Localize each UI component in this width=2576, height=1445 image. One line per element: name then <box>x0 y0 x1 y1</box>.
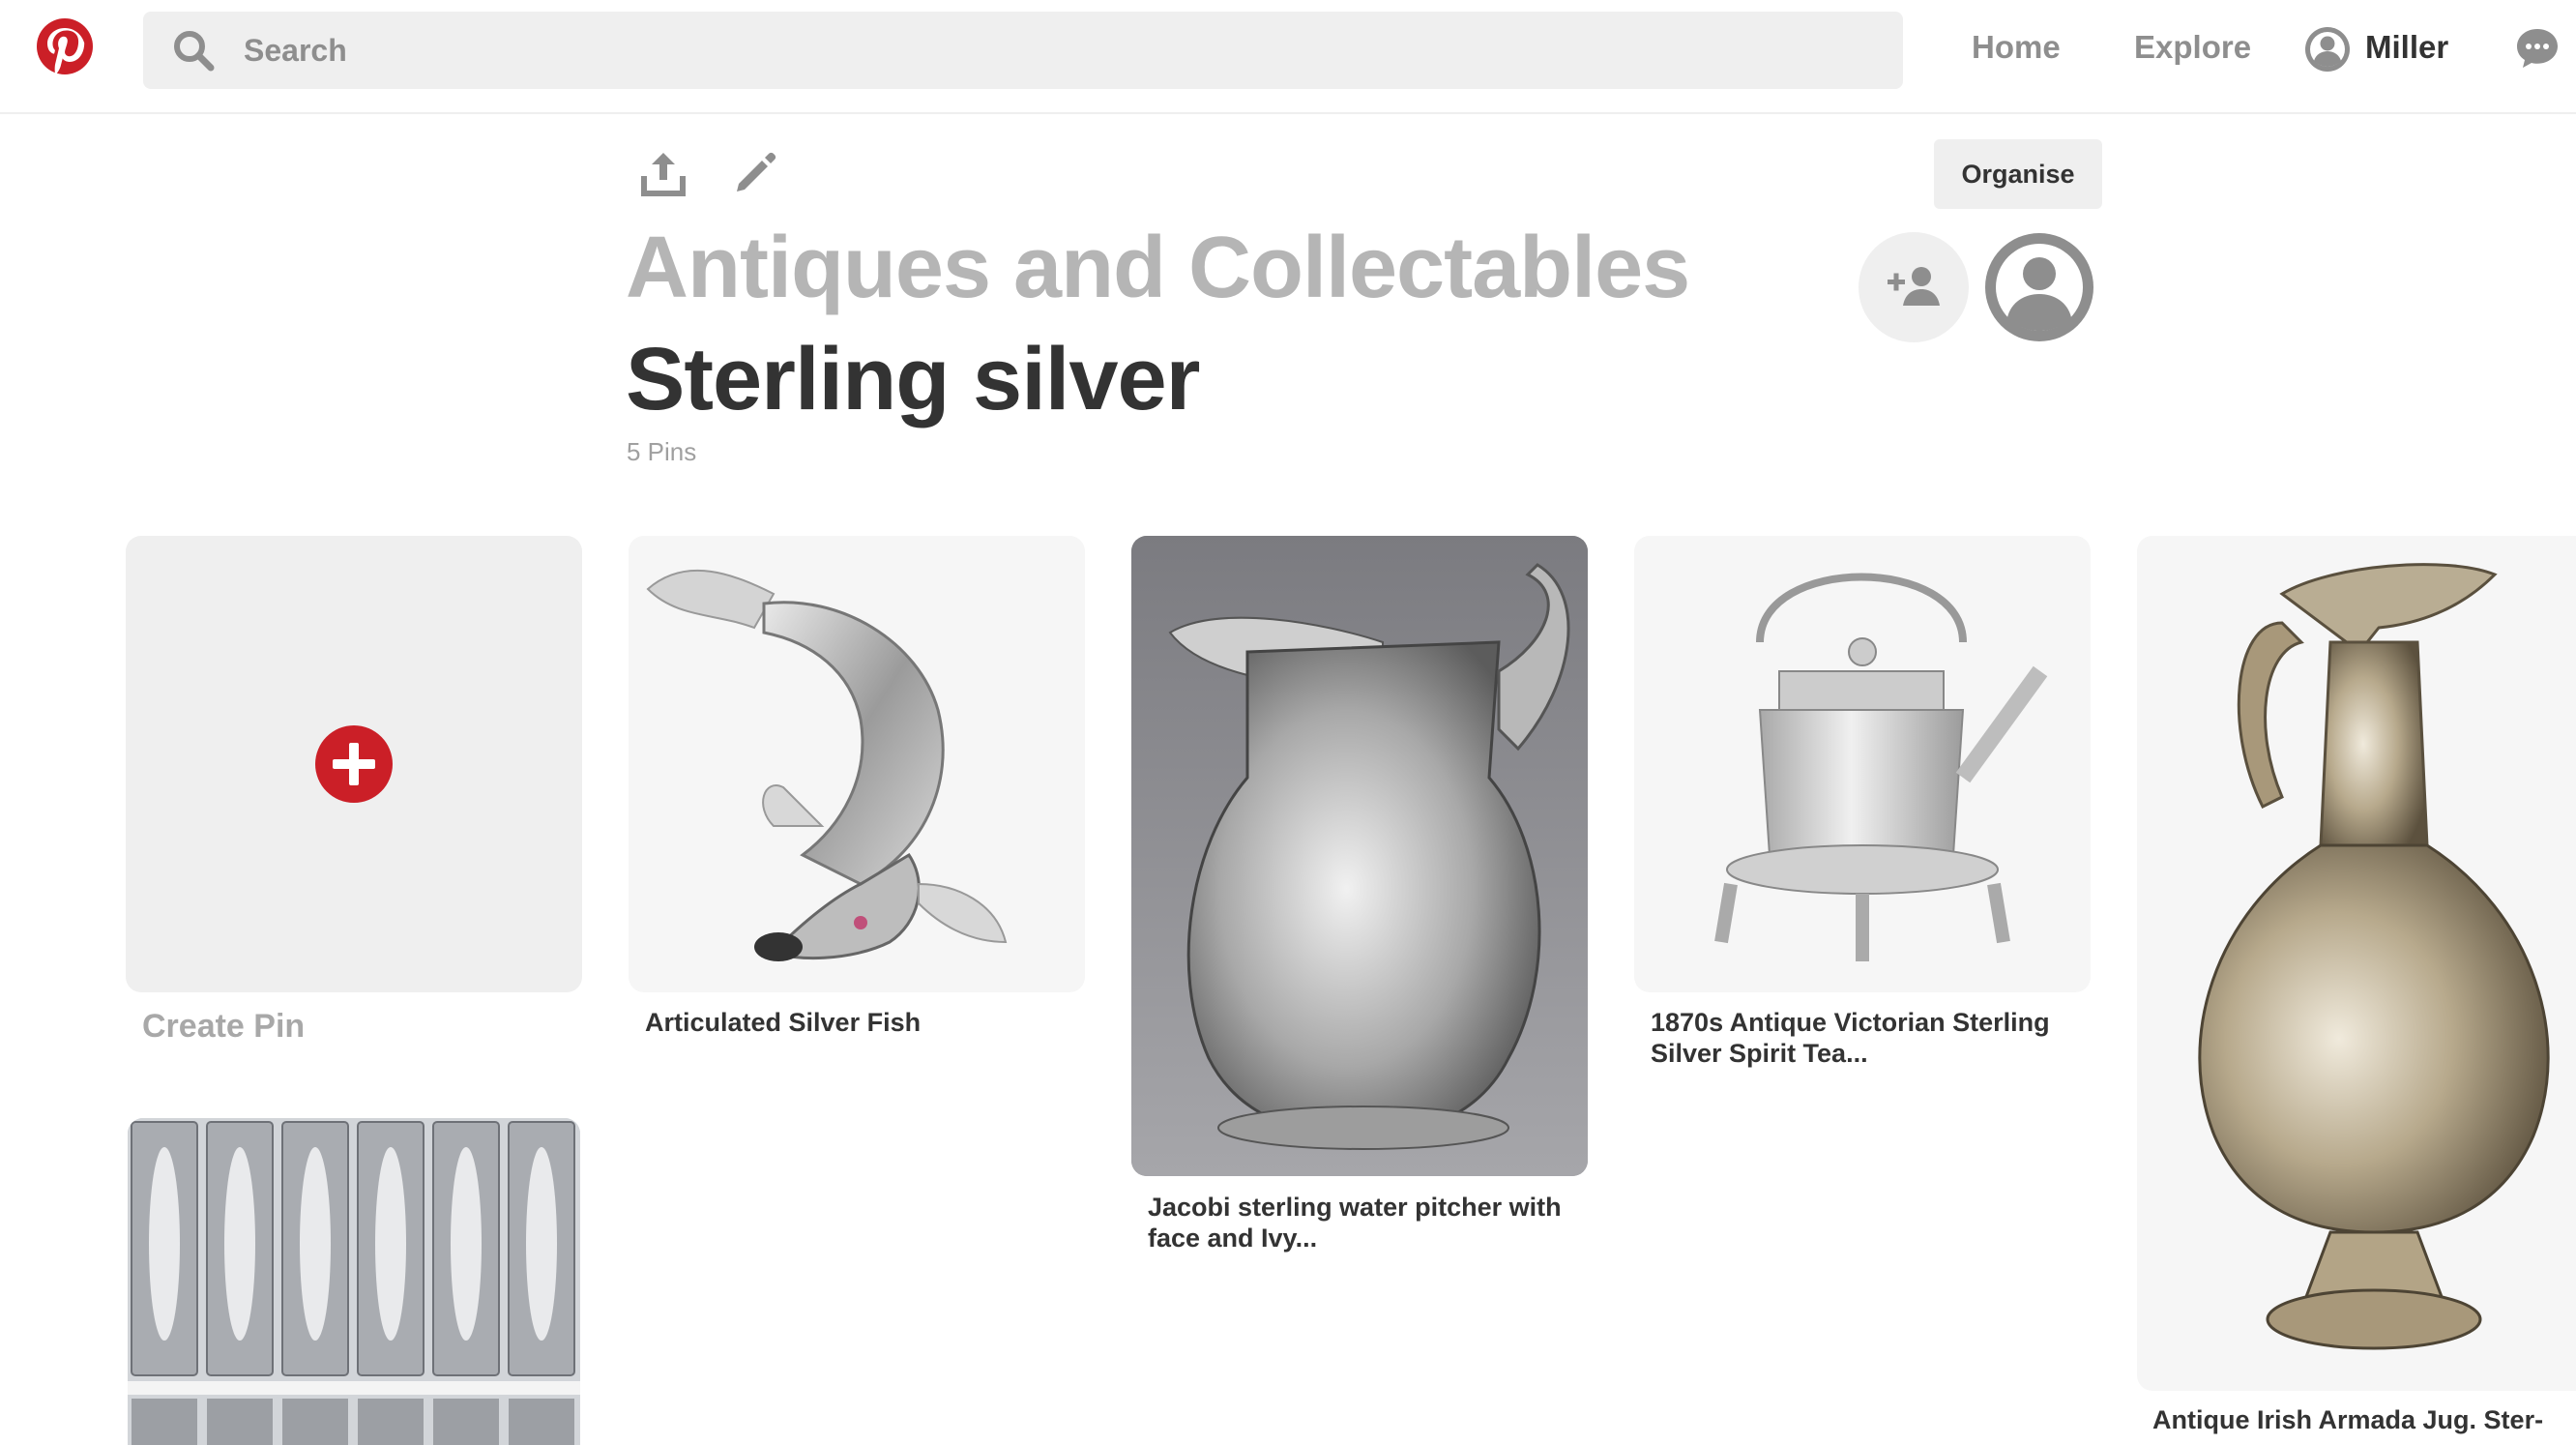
silver-pitcher-image <box>1131 536 1588 1176</box>
user-avatar-icon <box>2305 27 2350 72</box>
nav-home-link[interactable]: Home <box>1972 29 2061 66</box>
parent-board-title[interactable]: Antiques and Collectables <box>626 219 1690 318</box>
plus-circle-icon <box>315 725 393 803</box>
create-pin-label[interactable]: Create Pin <box>142 1008 305 1046</box>
pin-caption[interactable]: Antique Irish Armada Jug. Ster- <box>2152 1404 2576 1435</box>
search-bar <box>143 12 1903 89</box>
pencil-edit-icon[interactable] <box>731 149 779 197</box>
pin-image-silver-fish[interactable] <box>629 536 1085 992</box>
silver-kettle-image <box>1714 573 2048 961</box>
silver-ewer-image <box>2198 563 2550 1350</box>
pin-image-silver-kettle[interactable] <box>1634 536 2091 992</box>
create-pin-tile[interactable] <box>126 536 582 992</box>
share-upload-icon[interactable] <box>638 149 688 199</box>
pin-image-silver-pitcher[interactable] <box>1131 536 1588 1176</box>
pin-caption[interactable]: Jacobi sterling water pitcher with face … <box>1148 1192 1573 1253</box>
silver-spoons-image <box>128 1118 580 1445</box>
chat-bubble-icon[interactable] <box>2514 25 2561 72</box>
search-icon <box>174 31 215 72</box>
pin-image-silver-spoons[interactable] <box>128 1118 580 1445</box>
nav-explore-link[interactable]: Explore <box>2134 29 2251 66</box>
pin-caption[interactable]: 1870s Antique Victorian Sterling Silver … <box>1651 1007 2076 1069</box>
pin-caption[interactable]: Articulated Silver Fish <box>645 1007 1070 1038</box>
top-nav-bar: Home Explore Miller <box>0 0 2576 114</box>
organise-button[interactable]: Organise <box>1934 139 2102 209</box>
silver-fish-image <box>646 569 1008 961</box>
search-input[interactable] <box>244 23 1868 77</box>
board-title: Sterling silver <box>626 330 1200 428</box>
pinterest-logo-icon[interactable] <box>35 16 95 76</box>
pin-image-silver-ewer[interactable] <box>2137 536 2576 1391</box>
board-owner-avatar[interactable] <box>1984 232 2094 342</box>
pin-count: 5 Pins <box>627 437 697 466</box>
add-person-icon <box>1888 267 1940 306</box>
user-name: Miller <box>2365 29 2449 65</box>
add-collaborator-button[interactable] <box>1859 232 1969 342</box>
